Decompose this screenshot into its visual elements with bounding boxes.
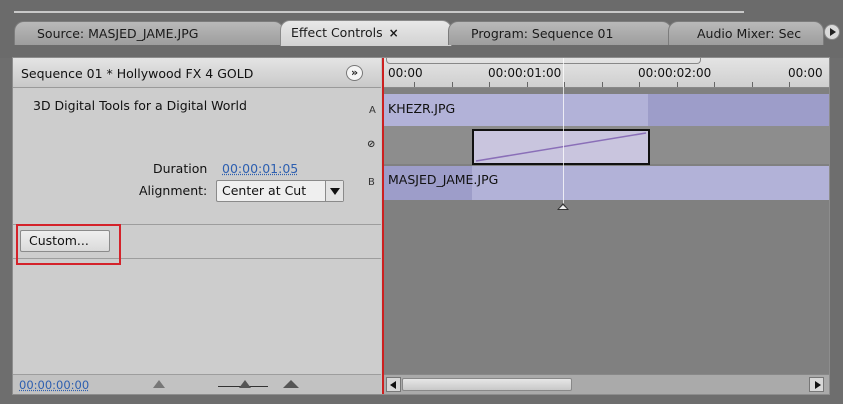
effect-settings-pane: Sequence 01 * Hollywood FX 4 GOLD » 3D D… [13, 58, 381, 394]
horizontal-scrollbar[interactable] [384, 374, 829, 394]
work-area-bar[interactable] [386, 58, 701, 64]
swap-tracks-icon[interactable]: ⊘ [367, 139, 375, 150]
tab-audio-mixer-label: Audio Mixer: Sec [697, 26, 802, 41]
track-letter-b: B [368, 177, 375, 188]
scroll-left-icon[interactable] [386, 377, 401, 392]
ruler-label: 00:00:01:00 [488, 66, 562, 80]
footer-bar: 00:00:00:00 [13, 374, 381, 394]
zoom-slider-thumb[interactable] [239, 380, 251, 388]
tab-source-label: Source: MASJED_JAME.JPG [37, 26, 199, 41]
zoom-in-icon[interactable] [283, 380, 299, 388]
ruler-label: 00:00 [788, 66, 823, 80]
ruler-tick [602, 82, 603, 87]
clip-b-label: MASJED_JAME.JPG [388, 172, 499, 187]
ruler-tick [639, 82, 640, 87]
ruler-label: 00:00 [388, 66, 423, 80]
panel-tab-strip: Source: MASJED_JAME.JPG Effect Controls ×… [0, 0, 843, 58]
clip-a-track[interactable]: KHEZR.JPG [384, 94, 829, 126]
duration-label: Duration [153, 161, 208, 176]
tab-program[interactable]: Program: Sequence 01 [448, 21, 672, 45]
alignment-select-value: Center at Cut [222, 183, 307, 198]
chevron-down-icon[interactable] [325, 181, 343, 201]
ruler-tick [489, 82, 490, 87]
ruler-tick [414, 82, 415, 87]
close-icon[interactable]: × [389, 26, 399, 40]
transition-timeline-pane: 00:00 00:00:01:00 00:00:02:00 00:00 KHEZ… [384, 58, 829, 394]
clip-a-label: KHEZR.JPG [388, 101, 456, 116]
effect-header: Sequence 01 * Hollywood FX 4 GOLD » [13, 58, 381, 88]
ruler-tick [677, 82, 678, 87]
tab-overflow-arrow-icon[interactable] [824, 24, 840, 40]
clip-b-track[interactable]: MASJED_JAME.JPG [384, 166, 829, 200]
track-letter-a: A [369, 105, 376, 116]
effect-description: 3D Digital Tools for a Digital World [33, 98, 247, 113]
transition-clip[interactable] [472, 129, 650, 165]
ruler-tick [452, 82, 453, 87]
time-ruler[interactable]: 00:00 00:00:01:00 00:00:02:00 00:00 [384, 58, 829, 88]
tab-audio-mixer[interactable]: Audio Mixer: Sec [668, 21, 824, 45]
transition-ramp-icon [475, 132, 647, 162]
tab-source[interactable]: Source: MASJED_JAME.JPG [14, 21, 284, 45]
alignment-select[interactable]: Center at Cut [216, 180, 344, 202]
scroll-right-icon[interactable] [809, 377, 824, 392]
current-timecode[interactable]: 00:00:00:00 [19, 378, 89, 392]
scrollbar-thumb[interactable] [402, 378, 572, 391]
tab-program-label: Program: Sequence 01 [471, 26, 614, 41]
ruler-tick [527, 82, 528, 87]
ruler-tick [752, 82, 753, 87]
playhead-triangle-icon[interactable] [557, 203, 569, 210]
current-time-indicator[interactable] [563, 58, 564, 208]
tab-strip-border [14, 11, 744, 13]
ruler-tick [564, 82, 565, 87]
show-timeline-toggle-icon[interactable]: » [346, 65, 363, 81]
alignment-label: Alignment: [139, 183, 208, 198]
clip-a-tail [648, 94, 829, 126]
effect-header-label: Sequence 01 * Hollywood FX 4 GOLD [21, 66, 254, 81]
ruler-tick [789, 82, 790, 87]
ruler-tick [714, 82, 715, 87]
highlight-box [16, 224, 121, 265]
duration-value[interactable]: 00:00:01:05 [222, 161, 298, 176]
tab-effect-controls-label: Effect Controls [291, 25, 383, 40]
effect-controls-panel: Sequence 01 * Hollywood FX 4 GOLD » 3D D… [12, 57, 830, 395]
tab-effect-controls[interactable]: Effect Controls × [280, 20, 452, 46]
ruler-label: 00:00:02:00 [638, 66, 712, 80]
zoom-out-icon[interactable] [153, 380, 165, 388]
